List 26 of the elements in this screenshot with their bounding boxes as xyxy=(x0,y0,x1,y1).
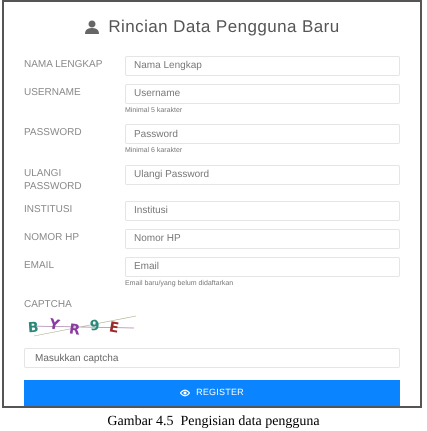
captcha-character: 9 xyxy=(88,316,100,336)
captcha-character: Y xyxy=(46,314,61,336)
captcha-field[interactable]: Masukkan captcha xyxy=(24,348,400,368)
user-icon xyxy=(84,20,100,34)
form-title: Rincian Data Pengguna Baru xyxy=(108,16,340,38)
input-field[interactable]: Institusi xyxy=(125,200,400,220)
captcha-label: CAPTCHA xyxy=(24,298,73,312)
input-field[interactable]: Nama Lengkap xyxy=(125,56,400,76)
field-label: PASSWORD xyxy=(24,126,83,140)
input-field[interactable]: Username xyxy=(125,84,400,104)
captcha-character: B xyxy=(27,318,40,338)
field-label: NOMOR HP xyxy=(24,230,80,244)
eye-icon xyxy=(180,389,190,397)
field-label: NAMA LENGKAP xyxy=(24,58,104,72)
input-field[interactable]: Ulangi Password xyxy=(125,164,400,184)
input-field[interactable]: Email xyxy=(125,256,400,276)
figure-caption: Gambar 4.5 Pengisian data pengguna xyxy=(107,413,320,431)
input-field[interactable]: Nomor HP xyxy=(125,228,400,248)
field-label: USERNAME xyxy=(24,86,82,100)
field-label: EMAIL xyxy=(24,258,56,272)
field-label: INSTITUSI xyxy=(24,202,74,216)
register-button[interactable]: REGISTER xyxy=(24,380,400,406)
captcha-character: E xyxy=(108,318,121,338)
captcha-character: R xyxy=(67,320,81,340)
field-label: ULANGI PASSWORD xyxy=(24,166,83,192)
input-field[interactable]: Password xyxy=(125,124,400,144)
